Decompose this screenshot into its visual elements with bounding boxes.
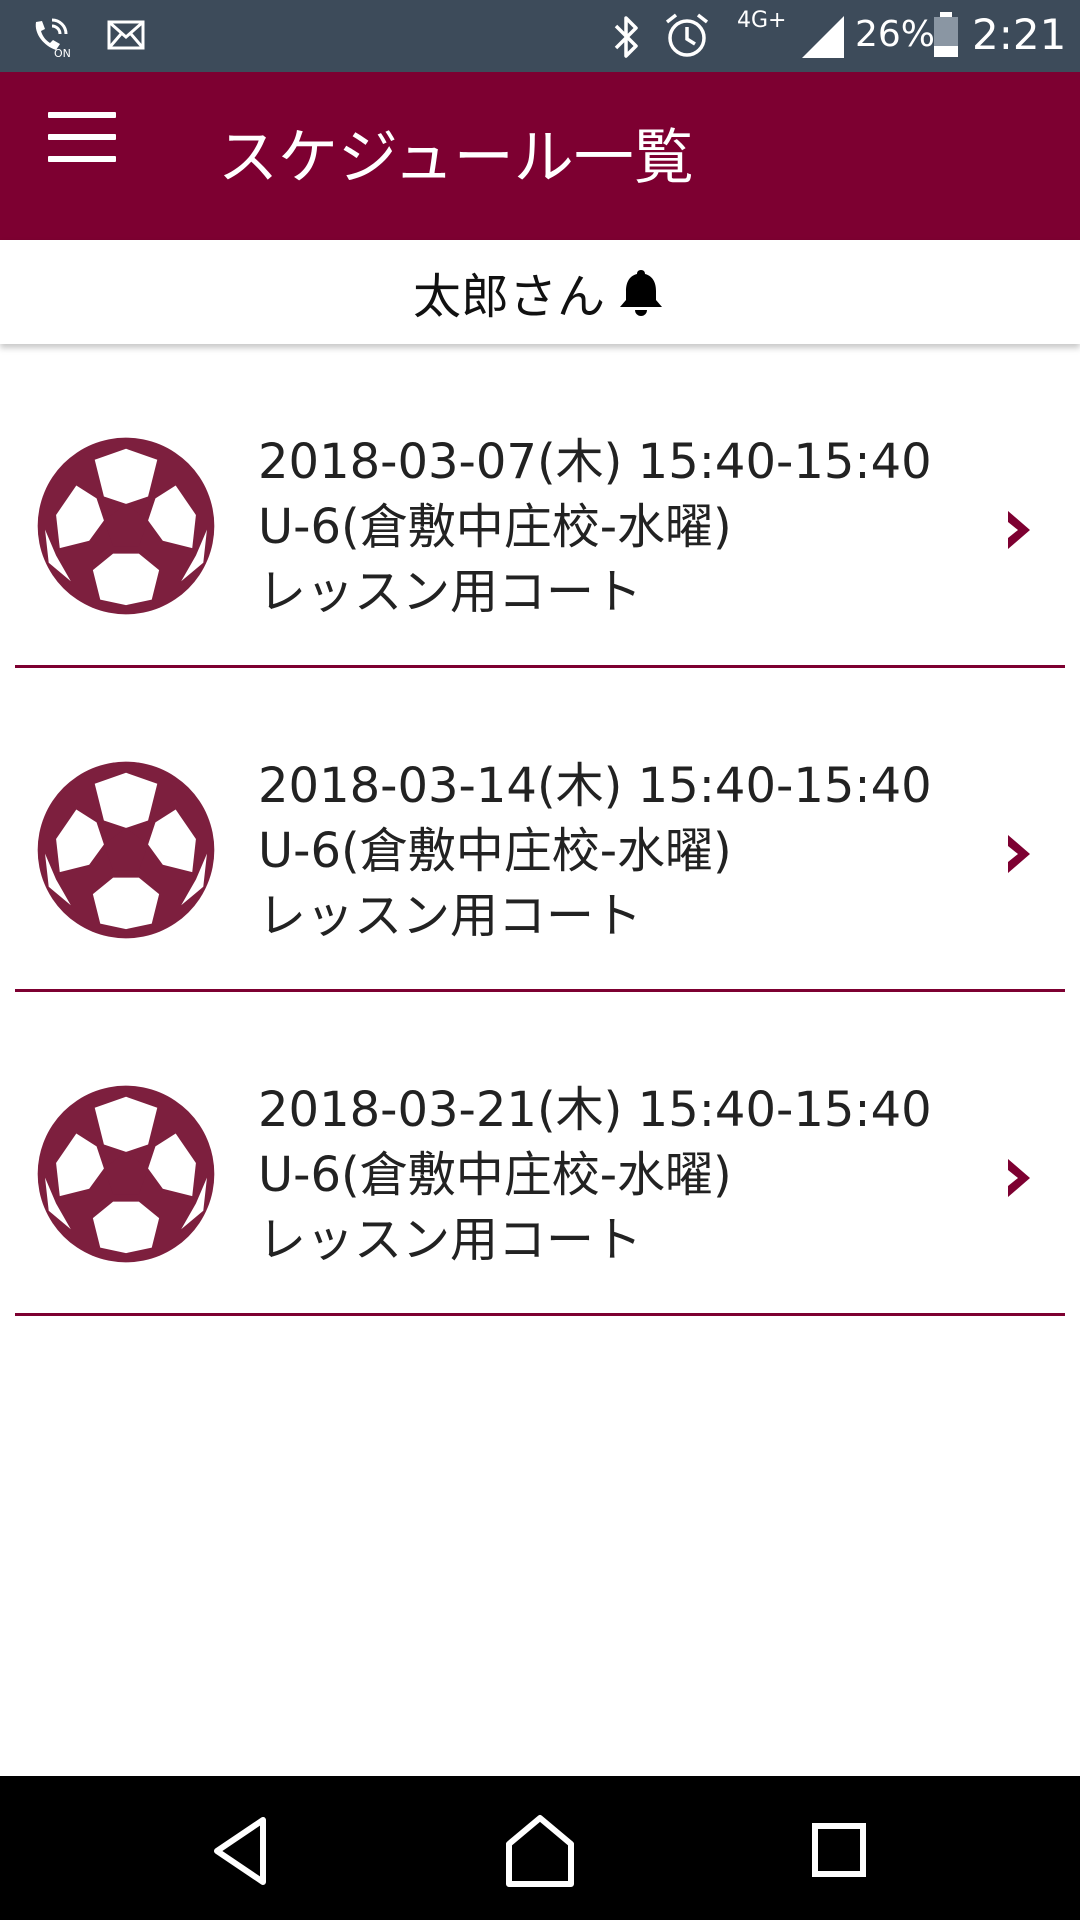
- chevron-right-icon: [1008, 511, 1030, 549]
- user-header: 太郎さん: [0, 240, 1080, 344]
- alarm-icon: [665, 13, 709, 57]
- soccer-ball-icon: [37, 1085, 215, 1263]
- mail-icon: [107, 20, 145, 50]
- schedule-list: 2018-03-07(木) 15:40-15:40 U-6(倉敷中庄校-水曜) …: [0, 344, 1080, 1316]
- battery-icon: [934, 12, 958, 57]
- bluetooth-icon: [614, 16, 638, 58]
- back-triangle-icon[interactable]: [195, 1806, 285, 1896]
- schedule-item-text: 2018-03-21(木) 15:40-15:40 U-6(倉敷中庄校-水曜) …: [258, 1078, 932, 1273]
- chevron-right-icon: [1008, 835, 1030, 873]
- battery-percent-label: 26%: [855, 14, 936, 55]
- schedule-datetime: 2018-03-21(木) 15:40-15:40: [258, 1082, 932, 1138]
- status-bar: ON 4G+ 26% 2:21: [0, 0, 1080, 72]
- bell-icon[interactable]: [615, 266, 667, 318]
- home-icon[interactable]: [495, 1806, 585, 1896]
- chevron-right-icon: [1008, 1159, 1030, 1197]
- system-nav-bar: [0, 1776, 1080, 1920]
- schedule-court: レッスン用コート: [258, 888, 643, 944]
- schedule-item[interactable]: 2018-03-14(木) 15:40-15:40 U-6(倉敷中庄校-水曜) …: [0, 668, 1080, 992]
- soccer-ball-icon: [37, 761, 215, 939]
- signal-strength-icon: [802, 16, 844, 58]
- clock-label: 2:21: [972, 10, 1067, 59]
- schedule-datetime: 2018-03-14(木) 15:40-15:40: [258, 758, 932, 814]
- schedule-class: U-6(倉敷中庄校-水曜): [258, 1147, 732, 1203]
- page-title: スケジュール一覧: [218, 123, 694, 193]
- hamburger-menu-icon[interactable]: [36, 112, 136, 202]
- svg-text:ON: ON: [54, 47, 71, 58]
- network-type-label: 4G+: [737, 8, 787, 33]
- divider: [15, 1313, 1065, 1316]
- schedule-class: U-6(倉敷中庄校-水曜): [258, 823, 732, 879]
- recents-square-icon[interactable]: [795, 1806, 885, 1896]
- schedule-item-text: 2018-03-07(木) 15:40-15:40 U-6(倉敷中庄校-水曜) …: [258, 430, 932, 625]
- schedule-datetime: 2018-03-07(木) 15:40-15:40: [258, 434, 932, 490]
- schedule-item[interactable]: 2018-03-07(木) 15:40-15:40 U-6(倉敷中庄校-水曜) …: [0, 344, 1080, 668]
- schedule-class: U-6(倉敷中庄校-水曜): [258, 499, 732, 555]
- schedule-court: レッスン用コート: [258, 564, 643, 620]
- schedule-court: レッスン用コート: [258, 1212, 643, 1268]
- soccer-ball-icon: [37, 437, 215, 615]
- user-name: 太郎さん: [412, 269, 605, 325]
- wifi-calling-icon: ON: [35, 18, 71, 58]
- schedule-item-text: 2018-03-14(木) 15:40-15:40 U-6(倉敷中庄校-水曜) …: [258, 754, 932, 949]
- schedule-item[interactable]: 2018-03-21(木) 15:40-15:40 U-6(倉敷中庄校-水曜) …: [0, 992, 1080, 1316]
- app-bar: スケジュール一覧: [0, 72, 1080, 240]
